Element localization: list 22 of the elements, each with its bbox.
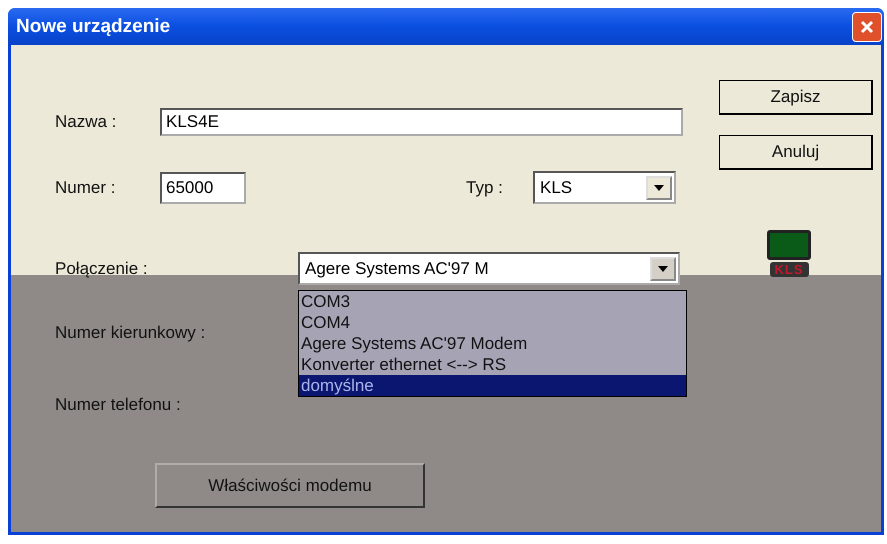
dropdown-option[interactable]: Agere Systems AC'97 Modem [299, 333, 686, 354]
dropdown-option[interactable]: COM3 [299, 291, 686, 312]
window-title: Nowe urządzenie [16, 16, 170, 38]
dropdown-option[interactable]: Konverter ethernet <--> RS [299, 354, 686, 375]
field-label: Połączenie : [55, 258, 149, 278]
field-label: Numer : [55, 178, 116, 198]
dropdown-option[interactable]: domyślne [299, 375, 686, 396]
close-button[interactable] [852, 12, 882, 42]
field-label: Numer kierunkowy : [55, 323, 206, 343]
monitor-icon [767, 230, 811, 260]
dropdown-option[interactable]: COM4 [299, 312, 686, 333]
logo-text: KLS [770, 262, 808, 277]
modem-properties-button[interactable]: Właściwości modemu [155, 463, 425, 508]
field-label: Nazwa : [55, 112, 118, 132]
cancel-button[interactable]: Anuluj [719, 135, 873, 170]
field-label: Numer telefonu : [55, 395, 181, 415]
type-dropdown[interactable]: KLS [533, 171, 676, 204]
close-icon [859, 18, 875, 34]
number-field[interactable]: 65000 [160, 172, 246, 204]
name-field[interactable]: KLS4E [160, 108, 683, 136]
save-button[interactable]: Zapisz [719, 80, 873, 115]
field-label: Typ : [466, 178, 504, 198]
